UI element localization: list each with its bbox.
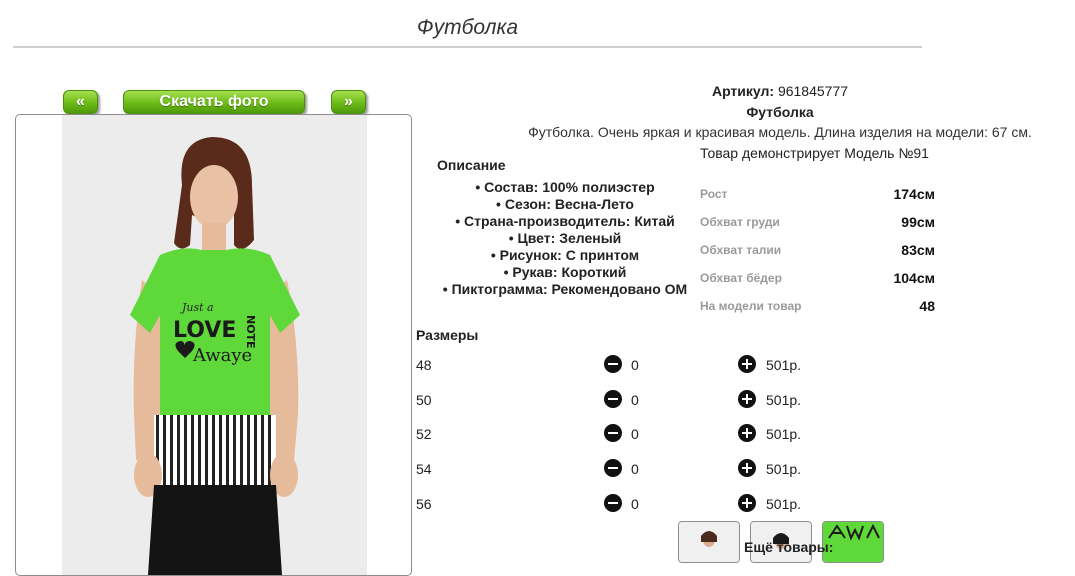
article-label: Артикул: xyxy=(711,83,775,99)
measurement-value: 99см xyxy=(901,214,935,230)
svg-text:NOTE: NOTE xyxy=(244,315,257,349)
size-label: 54 xyxy=(416,461,432,477)
size-row: 52 0 501р. xyxy=(416,423,816,447)
measurement-label: Обхват талии xyxy=(700,243,782,257)
size-row: 54 0 501р. xyxy=(416,458,816,482)
spec-item: Состав: 100% полиэстер xyxy=(420,179,710,196)
plus-icon[interactable] xyxy=(738,390,756,408)
model-intro: Товар демонстрирует Модель №91 xyxy=(700,145,929,161)
measurement-value: 48 xyxy=(919,298,935,314)
size-label: 48 xyxy=(416,357,432,373)
article-value: 961845777 xyxy=(777,83,849,99)
size-quantity: 0 xyxy=(631,496,639,512)
spec-item: Цвет: Зеленый xyxy=(420,230,710,247)
next-photo-button[interactable]: » xyxy=(331,90,366,114)
minus-icon[interactable] xyxy=(604,459,622,477)
svg-text:LOVE: LOVE xyxy=(173,318,236,343)
measurement-row: Обхват груди 99см xyxy=(700,210,938,238)
prev-photo-button[interactable]: « xyxy=(63,90,98,114)
specs-list: Состав: 100% полиэстер Сезон: Весна-Лето… xyxy=(420,179,710,298)
measurement-row: Обхват бёдер 104см xyxy=(700,266,938,294)
size-row: 50 0 501р. xyxy=(416,389,816,413)
size-label: 50 xyxy=(416,392,432,408)
minus-icon[interactable] xyxy=(604,355,622,373)
measurement-row: Обхват талии 83см xyxy=(700,238,938,266)
minus-icon[interactable] xyxy=(604,390,622,408)
measurement-label: Рост xyxy=(700,187,728,201)
svg-text:Just a: Just a xyxy=(180,301,214,314)
model-measurements: Рост 174см Обхват груди 99см Обхват тали… xyxy=(700,182,938,322)
measurement-label: Обхват груди xyxy=(700,215,780,229)
size-price: 501р. xyxy=(766,392,802,408)
measurement-row: Рост 174см xyxy=(700,182,938,210)
size-label: 52 xyxy=(416,426,432,442)
plus-icon[interactable] xyxy=(738,424,756,442)
size-row: 48 0 501р. xyxy=(416,354,816,378)
sizes-heading: Размеры xyxy=(416,327,479,343)
minus-icon[interactable] xyxy=(604,424,622,442)
measurement-value: 174см xyxy=(893,186,935,202)
measurement-row: На модели товар 48 xyxy=(700,294,938,322)
page-title: Футболка xyxy=(416,16,519,39)
size-price: 501р. xyxy=(766,426,802,442)
spec-item: Сезон: Весна-Лето xyxy=(420,196,710,213)
spec-item: Пиктограмма: Рекомендовано ОМ xyxy=(420,281,710,298)
size-price: 501р. xyxy=(766,496,802,512)
size-quantity: 0 xyxy=(631,461,639,477)
product-photo-frame: Just a LOVE NOTE Awaye xyxy=(15,114,412,576)
size-row: 56 0 501р. xyxy=(416,493,816,517)
plus-icon[interactable] xyxy=(738,355,756,373)
spec-item: Страна-производитель: Китай xyxy=(420,213,710,230)
size-price: 501р. xyxy=(766,461,802,477)
product-description: Футболка. Очень яркая и красивая модель.… xyxy=(528,124,1032,140)
more-products-heading: Ещё товары: xyxy=(744,539,834,555)
plus-icon[interactable] xyxy=(738,459,756,477)
download-photo-button[interactable]: Скачать фото xyxy=(123,90,305,114)
measurement-label: Обхват бёдер xyxy=(700,271,782,285)
plus-icon[interactable] xyxy=(738,494,756,512)
product-name: Футболка xyxy=(746,104,814,120)
spec-item: Рукав: Короткий xyxy=(420,264,710,281)
title-divider xyxy=(13,46,922,48)
svg-text:Awaye: Awaye xyxy=(192,345,252,366)
measurement-value: 104см xyxy=(893,270,935,286)
product-photo[interactable]: Just a LOVE NOTE Awaye xyxy=(62,115,367,575)
size-quantity: 0 xyxy=(631,426,639,442)
size-label: 56 xyxy=(416,496,432,512)
article-line: Артикул: 961845777 xyxy=(560,83,1000,99)
size-quantity: 0 xyxy=(631,392,639,408)
size-quantity: 0 xyxy=(631,357,639,373)
size-price: 501р. xyxy=(766,357,802,373)
minus-icon[interactable] xyxy=(604,494,622,512)
specs-heading: Описание xyxy=(437,157,506,173)
measurement-label: На модели товар xyxy=(700,299,802,313)
measurement-value: 83см xyxy=(901,242,935,258)
spec-item: Рисунок: С принтом xyxy=(420,247,710,264)
